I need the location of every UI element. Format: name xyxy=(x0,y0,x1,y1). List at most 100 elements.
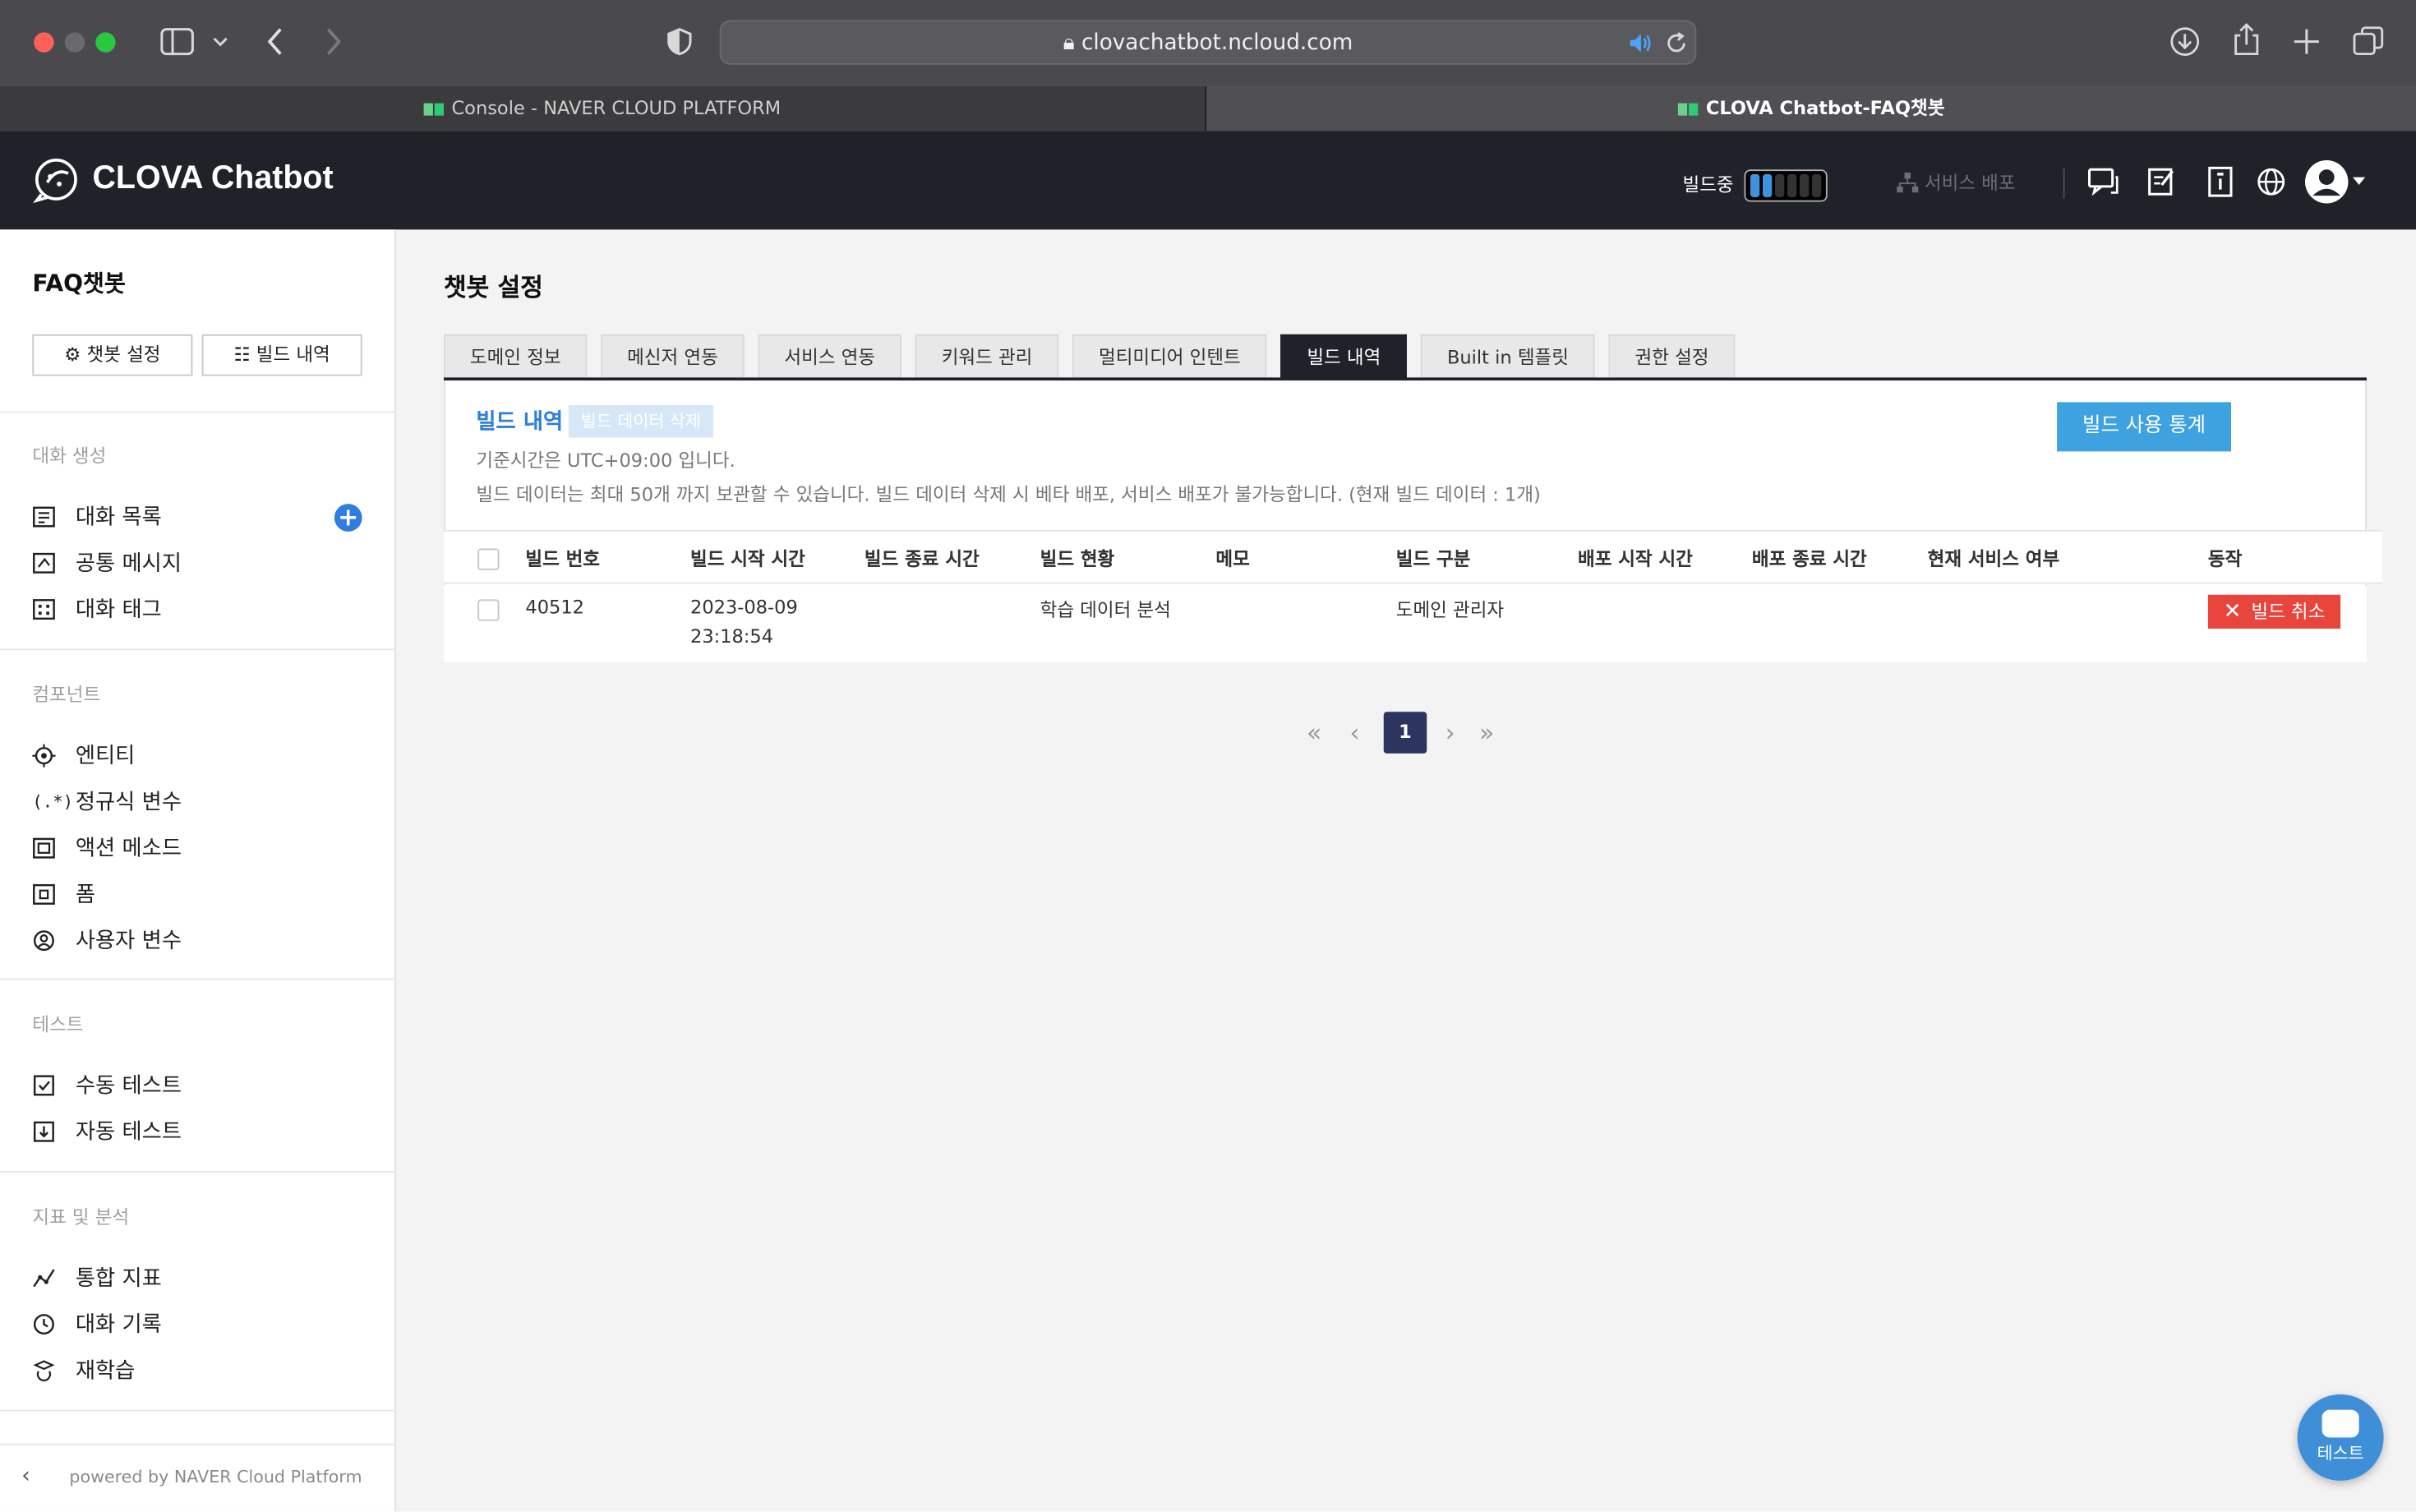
tab-multimedia-intent[interactable]: 멀티미디어 인텐트 xyxy=(1072,334,1267,380)
delete-build-data-button[interactable]: 빌드 데이터 삭제 xyxy=(568,405,713,438)
globe-icon[interactable] xyxy=(2254,165,2288,199)
new-tab-icon[interactable] xyxy=(2293,28,2321,56)
prev-page-icon[interactable]: ‹ xyxy=(1350,712,1360,754)
column-header[interactable]: 동작 xyxy=(2208,546,2242,572)
build-status-label: 빌드중 xyxy=(1682,173,1734,196)
build-stats-button[interactable]: 빌드 사용 통계 xyxy=(2057,402,2231,452)
share-icon[interactable] xyxy=(2233,23,2261,57)
column-header[interactable]: 빌드 시작 시간 xyxy=(690,546,805,572)
browser-tab-chatbot[interactable]: CLOVA Chatbot-FAQ챗봇 xyxy=(1206,86,2416,131)
forward-icon[interactable] xyxy=(322,26,343,58)
page-number-current[interactable]: 1 xyxy=(1383,712,1427,754)
column-header[interactable]: 빌드 종료 시간 xyxy=(865,546,980,572)
column-header[interactable]: 빌드 번호 xyxy=(525,546,600,572)
notes-icon[interactable] xyxy=(2145,165,2179,199)
timezone-note: 기준시간은 UTC+09:00 입니다. xyxy=(476,449,735,472)
last-page-icon[interactable]: » xyxy=(1479,712,1494,754)
shield-icon[interactable] xyxy=(667,27,692,56)
browser-tab-console[interactable]: Console - NAVER CLOUD PLATFORM xyxy=(0,86,1205,131)
address-bar[interactable]: 🔒︎ clovachatbot.ncloud.com xyxy=(719,20,1697,65)
build-start-date: 2023-08-09 xyxy=(690,596,798,618)
sidebar-item-regex-variable[interactable]: (.*) 정규식 변수 xyxy=(32,786,182,817)
panel-title: 빌드 내역 xyxy=(476,409,564,435)
button-label: 챗봇 설정 xyxy=(86,343,161,366)
sidebar-item-dialog-log[interactable]: 대화 기록 xyxy=(32,1308,162,1339)
tab-permission[interactable]: 권한 설정 xyxy=(1608,334,1736,380)
first-page-icon[interactable]: « xyxy=(1307,712,1321,754)
build-history-button[interactable]: ☷ 빌드 내역 xyxy=(201,334,362,376)
sidebar-item-entity[interactable]: 엔티티 xyxy=(32,740,135,771)
service-deploy-button[interactable]: 서비스 배포 xyxy=(1897,169,2016,196)
sidebar-item-dialog-list[interactable]: 대화 목록 xyxy=(32,500,162,532)
downloads-icon[interactable] xyxy=(2169,26,2201,58)
maximize-window-icon[interactable] xyxy=(95,32,116,53)
test-chat-button[interactable]: 테스트 xyxy=(2297,1394,2384,1481)
close-icon: ✕ xyxy=(2223,599,2242,625)
user-avatar[interactable] xyxy=(2305,160,2349,204)
next-page-icon[interactable]: › xyxy=(1445,712,1455,754)
sidebar-item-auto-test[interactable]: 자동 테스트 xyxy=(32,1116,182,1147)
tab-builtin-template[interactable]: Built in 템플릿 xyxy=(1421,334,1595,380)
check-doc-icon xyxy=(33,1074,54,1095)
target-icon xyxy=(32,743,56,767)
sidebar-item-label: 정규식 변수 xyxy=(75,790,182,815)
tab-keyword[interactable]: 키워드 관리 xyxy=(915,334,1059,380)
section-title-analytics: 지표 및 분석 xyxy=(32,1206,130,1228)
sidebar-item-manual-test[interactable]: 수동 테스트 xyxy=(32,1069,182,1100)
sidebar-item-form[interactable]: 폼 xyxy=(32,878,95,910)
chevron-down-icon[interactable] xyxy=(213,34,228,49)
column-header[interactable]: 현재 서비스 여부 xyxy=(1928,546,2060,572)
back-icon[interactable] xyxy=(265,26,287,58)
sidebar-item-label: 엔티티 xyxy=(75,744,136,769)
clock-icon xyxy=(33,1313,54,1335)
select-all-checkbox[interactable] xyxy=(477,548,500,570)
line-chart-icon xyxy=(33,1268,55,1287)
document-info-icon[interactable] xyxy=(2203,165,2237,199)
favicon-icon xyxy=(424,103,434,116)
divider xyxy=(0,978,396,980)
tab-build-history[interactable]: 빌드 내역 xyxy=(1280,334,1408,380)
tab-messenger[interactable]: 메신저 연동 xyxy=(601,334,745,380)
sidebar-item-dialog-tag[interactable]: 대화 태그 xyxy=(32,593,162,625)
cancel-build-button[interactable]: ✕ 빌드 취소 xyxy=(2207,594,2341,629)
minimize-window-icon[interactable] xyxy=(64,32,85,53)
sidebar-item-user-variable[interactable]: 사용자 변수 xyxy=(32,924,182,956)
user-menu-chevron-icon[interactable] xyxy=(2353,177,2366,185)
clova-logo-icon[interactable] xyxy=(32,155,80,204)
section-title-component: 컴포넌트 xyxy=(32,684,101,706)
build-type: 도메인 관리자 xyxy=(1395,599,1505,621)
list-icon xyxy=(33,505,55,527)
sidebar-item-label: 통합 지표 xyxy=(75,1266,162,1292)
user-icon xyxy=(2312,169,2341,196)
chat-icon[interactable] xyxy=(2086,165,2120,199)
column-header[interactable]: 배포 종료 시간 xyxy=(1752,546,1867,572)
list-settings-icon: ☷ xyxy=(233,343,256,366)
chatbot-settings-button[interactable]: ⚙ 챗봇 설정 xyxy=(32,334,193,376)
sidebar-item-common-message[interactable]: 공통 메시지 xyxy=(32,547,182,579)
storage-limit-note: 빌드 데이터는 최대 50개 까지 보관할 수 있습니다. 빌드 데이터 삭제 … xyxy=(476,483,1541,505)
app-logo-text[interactable]: CLOVA Chatbot xyxy=(93,160,334,197)
sidebar-toggle-icon[interactable] xyxy=(160,28,194,56)
tab-service[interactable]: 서비스 연동 xyxy=(758,334,901,380)
collapse-sidebar-icon[interactable]: ‹ xyxy=(21,1464,30,1488)
sidebar-item-integrated-metrics[interactable]: 통합 지표 xyxy=(32,1262,162,1293)
audio-icon[interactable] xyxy=(1629,32,1653,53)
tab-overview-icon[interactable] xyxy=(2353,26,2384,58)
reload-icon[interactable] xyxy=(1666,32,1687,53)
sidebar-item-label: 재학습 xyxy=(75,1358,136,1384)
divider xyxy=(0,1171,396,1173)
row-checkbox[interactable] xyxy=(477,599,500,621)
tab-domain-info[interactable]: 도메인 정보 xyxy=(444,334,588,380)
close-window-icon[interactable] xyxy=(34,32,54,53)
divider xyxy=(0,411,396,413)
column-header[interactable]: 빌드 현황 xyxy=(1040,546,1115,572)
column-header[interactable]: 메모 xyxy=(1215,546,1249,572)
build-number: 40512 xyxy=(525,596,584,618)
sidebar-item-action-method[interactable]: 액션 메소드 xyxy=(32,832,182,864)
table-row[interactable]: 40512 2023-08-09 23:18:54 학습 데이터 분석 도메인 … xyxy=(444,585,2367,663)
column-header[interactable]: 배포 시작 시간 xyxy=(1578,546,1693,572)
build-progress-segment xyxy=(1775,173,1785,197)
sidebar-item-retraining[interactable]: 재학습 xyxy=(32,1354,135,1385)
column-header[interactable]: 빌드 구분 xyxy=(1396,546,1471,572)
add-dialog-button[interactable]: + xyxy=(334,504,362,532)
